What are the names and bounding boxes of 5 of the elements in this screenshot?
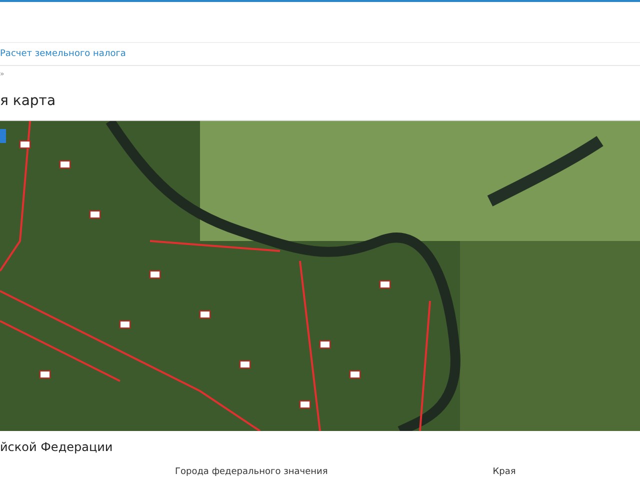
column-header: Края — [492, 466, 516, 476]
section-title: йской Федерации — [0, 439, 114, 456]
column-header: Города федерального значения — [175, 466, 328, 476]
nav-link[interactable]: Расчет земельного налога — [0, 49, 126, 59]
map-control[interactable] — [0, 129, 6, 143]
